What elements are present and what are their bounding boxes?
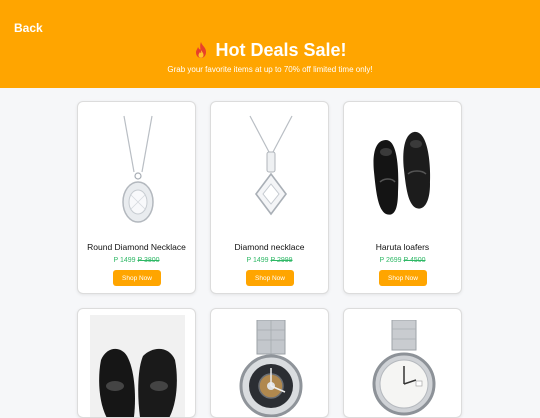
product-card[interactable]	[343, 308, 462, 418]
loafers-icon	[356, 112, 451, 232]
product-name: Haruta loafers	[375, 242, 430, 252]
sale-price: P 2699	[379, 257, 402, 264]
fire-icon	[193, 41, 209, 64]
pendant-necklace-icon	[90, 112, 185, 232]
hero-banner: Back Hot Deals Sale! Grab your favorite …	[0, 0, 540, 88]
product-card[interactable]: Diamond necklace P 1499 P 2999 Shop Now	[210, 101, 329, 294]
page-title: Hot Deals Sale!	[0, 40, 540, 64]
product-price: P 1499 P 3800	[78, 257, 195, 264]
original-price: P 3800	[137, 257, 160, 264]
diamond-pendant-icon	[223, 112, 318, 232]
shop-now-button[interactable]: Shop Now	[379, 270, 427, 286]
back-button[interactable]: Back	[14, 21, 43, 35]
product-price: P 2699 P 4500	[344, 257, 461, 264]
original-price: P 4500	[403, 257, 426, 264]
original-price: P 2999	[270, 257, 293, 264]
page-subtitle: Grab your favorite items at up to 70% of…	[167, 65, 373, 74]
product-card[interactable]: Round Diamond Necklace P 1499 P 3800 Sho…	[77, 101, 196, 294]
shop-now-button[interactable]: Shop Now	[246, 270, 294, 286]
product-price: P 1499 P 2999	[211, 257, 328, 264]
product-name: Round Diamond Necklace	[87, 242, 186, 252]
silver-watch-icon	[356, 315, 451, 417]
product-name: Diamond necklace	[234, 242, 305, 252]
skeleton-watch-icon	[223, 315, 318, 417]
title-text: Hot Deals Sale!	[215, 40, 347, 60]
product-card[interactable]: Haruta loafers P 2699 P 4500 Shop Now	[343, 101, 462, 294]
product-card[interactable]	[210, 308, 329, 418]
product-card[interactable]	[77, 308, 196, 418]
loafers-icon	[90, 315, 185, 417]
shop-now-button[interactable]: Shop Now	[113, 270, 161, 286]
sale-price: P 1499	[113, 257, 136, 264]
sale-price: P 1499	[246, 257, 269, 264]
